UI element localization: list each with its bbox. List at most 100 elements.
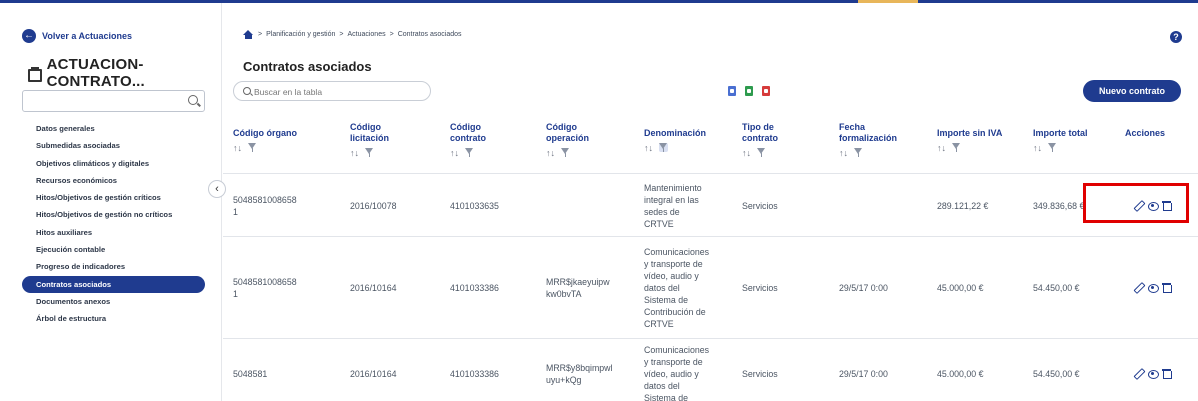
column-header-label: Código — [350, 122, 381, 132]
sort-icon[interactable]: ↑↓ — [937, 143, 946, 154]
denominacion-cell-line: sedes de — [644, 207, 680, 217]
filter-icon[interactable] — [365, 148, 374, 157]
fecha-formalizacion-cell: 29/5/17 0:00 — [839, 282, 888, 294]
table-row: 5048581008658 1 2016/10164 4101033386 MRR$jk… — [223, 237, 1198, 339]
sidebar-item-hitos-auxiliares[interactable]: Hitos auxiliares — [22, 224, 205, 241]
copy-icon[interactable] — [728, 86, 736, 96]
sidebar-search-input[interactable] — [22, 90, 205, 112]
denominacion-cell-line: y transporte de — [644, 357, 703, 367]
back-to-actuaciones-link[interactable]: ← Volver a Actuaciones — [22, 29, 132, 43]
codigo-operacion-cell-line: uyu+kQg — [546, 375, 582, 385]
sort-icon[interactable]: ↑↓ — [839, 148, 848, 159]
filter-icon[interactable] — [659, 143, 668, 152]
edit-icon[interactable] — [1134, 283, 1143, 292]
column-header: Acciones — [1125, 128, 1165, 139]
sidebar-item-arbol-de-estructura[interactable]: Árbol de estructura — [22, 310, 205, 327]
filter-icon[interactable] — [248, 143, 257, 152]
new-contract-button[interactable]: Nuevo contrato — [1083, 80, 1181, 102]
column-header-label: Código órgano — [233, 128, 297, 138]
fecha-formalizacion-cell-line: 29/5/17 0:00 — [839, 369, 888, 379]
denominacion-cell-line: Mantenimiento — [644, 183, 702, 193]
pdf-icon[interactable] — [762, 86, 770, 96]
breadcrumb-separator: > — [258, 31, 263, 38]
codigo-organo-cell-line: 5048581 — [233, 369, 268, 379]
edit-icon[interactable] — [1134, 369, 1143, 378]
sort-icon[interactable]: ↑↓ — [1033, 143, 1042, 154]
column-header-label: contrato — [742, 133, 778, 143]
denominacion-cell-line: CRTVE — [644, 219, 674, 229]
sidebar-item-submedidas-asociadas[interactable]: Submedidas asociadas — [22, 137, 205, 154]
home-icon[interactable] — [243, 30, 254, 39]
column-header-label: Código — [546, 122, 577, 132]
sort-icon[interactable]: ↑↓ — [644, 143, 653, 154]
tipo-contrato-cell: Servicios — [742, 200, 778, 212]
sidebar: ← Volver a Actuaciones ACTUACION-CONTRAT… — [0, 3, 222, 401]
delete-icon[interactable] — [1162, 369, 1172, 379]
column-header-label: Acciones — [1125, 128, 1166, 138]
sidebar-item-contratos-asociados[interactable]: Contratos asociados — [22, 275, 205, 293]
codigo-licitacion-cell: 2016/10078 — [350, 200, 396, 212]
filter-icon[interactable] — [854, 148, 863, 157]
denominacion-cell: Mantenimiento integral en las sedes de CRTV… — [644, 182, 702, 230]
column-controls: ↑↓ — [644, 143, 706, 154]
sidebar-item-hitos-objetivos-de-gestion-no-criticos[interactable]: Hitos/Objetivos de gestión no críticos — [22, 206, 205, 223]
codigo-organo-cell-line: 5048581008658 — [233, 195, 297, 205]
sidebar-item-ejecucion-contable[interactable]: Ejecución contable — [22, 241, 205, 258]
back-arrow-icon: ← — [22, 29, 36, 43]
filter-icon[interactable] — [561, 148, 570, 157]
column-controls: ↑↓ — [350, 148, 389, 159]
codigo-operacion-cell: MRR$jkaeyuipw kw0bvTA — [546, 276, 610, 300]
table-search[interactable] — [233, 81, 431, 101]
importe-sin-iva-cell: 45.000,00 € — [937, 282, 983, 294]
codigo-licitacion-cell: 2016/10164 — [350, 368, 396, 380]
column-header-label: formalización — [839, 133, 898, 143]
page-title: Contratos asociados — [243, 59, 372, 74]
tipo-contrato-cell: Servicios — [742, 368, 778, 380]
sort-icon[interactable]: ↑↓ — [450, 148, 459, 159]
codigo-licitacion-cell-line: 2016/10078 — [350, 201, 397, 211]
importe-total-cell: 54.450,00 € — [1033, 282, 1079, 294]
delete-icon[interactable] — [1162, 283, 1172, 293]
sort-icon[interactable]: ↑↓ — [233, 143, 242, 154]
table-search-input[interactable] — [254, 85, 424, 98]
importe-sin-iva-cell: 45.000,00 € — [937, 368, 983, 380]
filter-icon[interactable] — [952, 143, 961, 152]
sidebar-item-objetivos-climaticos-y-digitales[interactable]: Objetivos climáticos y digitales — [22, 155, 205, 172]
filter-icon[interactable] — [465, 148, 474, 157]
collapse-sidebar-button[interactable]: ‹ — [208, 180, 226, 198]
column-controls: ↑↓ — [1033, 143, 1088, 154]
column-header: Código licitación ↑↓ — [350, 122, 389, 159]
sidebar-item-progreso-de-indicadores[interactable]: Progreso de indicadores — [22, 258, 205, 275]
sidebar-item-documentos-anexos[interactable]: Documentos anexos — [22, 293, 205, 310]
codigo-organo-cell-line: 5048581008658 — [233, 277, 297, 287]
column-header: Denominación ↑↓ — [644, 128, 706, 154]
breadcrumb-item: Contratos asociados — [397, 31, 462, 38]
help-icon[interactable]: ? — [1170, 31, 1182, 43]
sort-icon[interactable]: ↑↓ — [350, 148, 359, 159]
codigo-contrato-cell-line: 4101033635 — [450, 201, 499, 211]
importe-total-cell: 54.450,00 € — [1033, 368, 1079, 380]
denominacion-cell: Comunicaciones y transporte de vídeo, audi… — [644, 344, 709, 401]
sidebar-item-recursos-economicos[interactable]: Recursos económicos — [22, 172, 205, 189]
denominacion-cell-line: Sistema de — [644, 295, 689, 305]
column-header: Código contrato ↑↓ — [450, 122, 486, 159]
breadcrumb-item[interactable]: Planificación y gestión — [266, 31, 335, 38]
sort-icon[interactable]: ↑↓ — [742, 148, 751, 159]
sidebar-item-hitos-objetivos-de-gestion-criticos[interactable]: Hitos/Objetivos de gestión críticos — [22, 189, 205, 206]
sidebar-item-datos-generales[interactable]: Datos generales — [22, 120, 205, 137]
codigo-contrato-cell: 4101033386 — [450, 368, 499, 380]
denominacion-cell-line: integral en las — [644, 195, 699, 205]
view-icon[interactable] — [1148, 369, 1159, 379]
filter-icon[interactable] — [1048, 143, 1057, 152]
column-header-label: licitación — [350, 133, 390, 143]
tipo-contrato-cell-line: Servicios — [742, 369, 778, 379]
denominacion-cell-line: vídeo, audio y — [644, 369, 699, 379]
table-header: Código órgano ↑↓ Código licitación ↑↓ Código c… — [223, 111, 1198, 174]
importe-total-cell-line: 349.836,68 € — [1033, 201, 1085, 211]
view-icon[interactable] — [1148, 283, 1159, 293]
excel-icon[interactable] — [745, 86, 753, 96]
codigo-contrato-cell: 4101033635 — [450, 200, 499, 212]
filter-icon[interactable] — [757, 148, 766, 157]
sort-icon[interactable]: ↑↓ — [546, 148, 555, 159]
breadcrumb-item[interactable]: Actuaciones — [347, 31, 385, 38]
